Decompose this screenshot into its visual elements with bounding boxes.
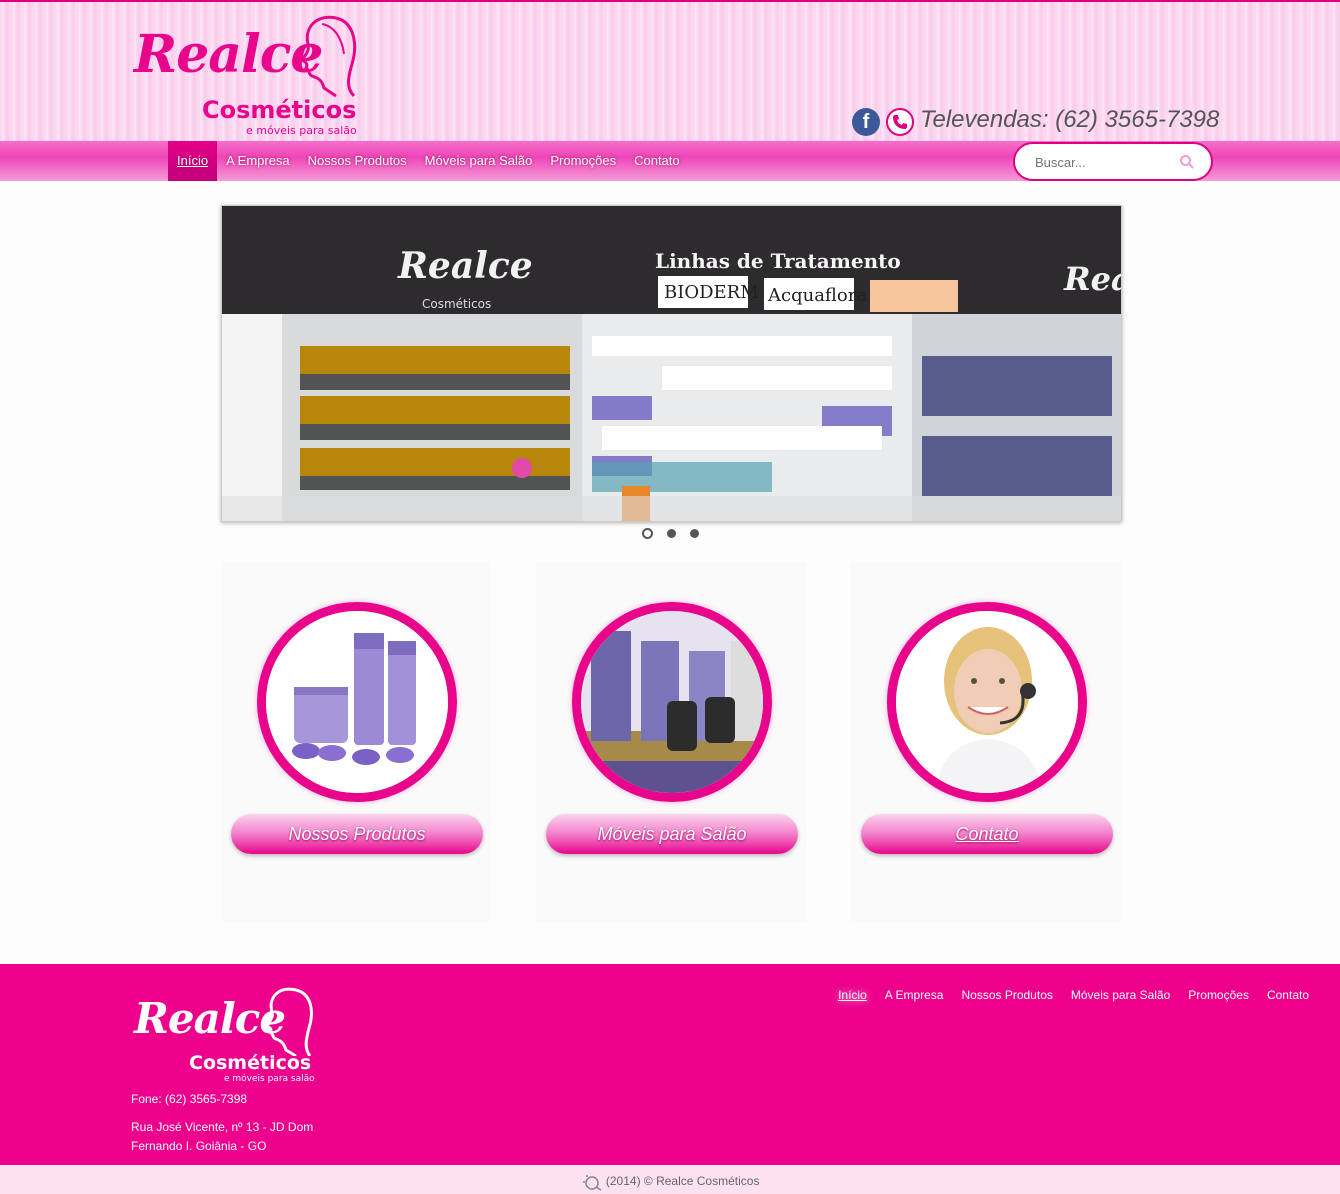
site-header: Realce Cosméticos e móveis para salão f … [0, 0, 1340, 181]
search-input[interactable] [1035, 152, 1175, 172]
copyright-bar: (2014) © Realce Cosméticos [0, 1165, 1340, 1194]
facebook-icon[interactable]: f [852, 108, 880, 136]
televendas-phone: Televendas: (62) 3565-7398 [920, 106, 1220, 133]
furniture-image[interactable] [572, 602, 772, 802]
footer-nav-a-empresa[interactable]: A Empresa [885, 988, 944, 1002]
slider-sign-brand-right: Realce [1063, 260, 1122, 298]
slider-dot-1[interactable] [642, 528, 653, 539]
footer-logo-tagline: e móveis para salão [224, 1074, 315, 1084]
slider-sign-brand: Realce [397, 245, 533, 287]
search-icon[interactable] [1179, 154, 1195, 170]
woman-profile-icon [265, 987, 313, 1056]
slider-pagination [642, 528, 699, 539]
footer-nav: Início A Empresa Nossos Produtos Móveis … [838, 988, 1309, 1002]
search-box [1013, 142, 1213, 181]
logo-sub: Cosméticos [202, 96, 357, 124]
slider-brand-2: Acquaflora [767, 285, 867, 306]
logo-script: Realce [134, 24, 323, 85]
footer-nav-promocoes[interactable]: Promoções [1188, 988, 1249, 1002]
footer-logo[interactable]: Realce Cosméticos e móveis para salão [134, 986, 334, 1086]
footer-nav-inicio[interactable]: Início [838, 988, 867, 1002]
slider-sign-title: Linhas de Tratamento [655, 249, 901, 273]
nav-item-contato[interactable]: Contato [625, 141, 689, 181]
nav-item-nossos-produtos[interactable]: Nossos Produtos [299, 141, 416, 181]
footer-nav-moveis-para-salao[interactable]: Móveis para Salão [1071, 988, 1170, 1002]
slider-dot-3[interactable] [690, 529, 699, 538]
slider-sign-brand-sub: Cosméticos [422, 297, 491, 311]
header-logo[interactable]: Realce Cosméticos e móveis para salão [134, 14, 364, 139]
main-nav: Início A Empresa Nossos Produtos Móveis … [168, 141, 689, 181]
nossos-produtos-button[interactable]: Nossos Produtos [231, 814, 483, 854]
contato-button[interactable]: Contato [861, 814, 1113, 854]
store-shelves-photo: Realce Cosméticos Linhas de Tratamento B… [222, 206, 1122, 521]
site-footer: Realce Cosméticos e móveis para salão Fo… [0, 964, 1340, 1165]
feature-contact: Contato [851, 562, 1121, 922]
nav-item-moveis-para-salao[interactable]: Móveis para Salão [416, 141, 542, 181]
feature-products: Nossos Produtos [221, 562, 491, 922]
developer-logo-icon[interactable] [581, 1173, 603, 1191]
social-icons: f [852, 108, 914, 136]
feature-furniture: Móveis para Salão [536, 562, 806, 922]
footer-phone: Fone: (62) 3565-7398 [131, 1092, 248, 1106]
nav-item-a-empresa[interactable]: A Empresa [217, 141, 299, 181]
contact-image[interactable] [887, 602, 1087, 802]
slider-brand-1: BIODERM [664, 282, 759, 303]
slider-dot-2[interactable] [667, 529, 676, 538]
nav-item-inicio[interactable]: Início [168, 141, 218, 181]
footer-nav-contato[interactable]: Contato [1267, 988, 1309, 1002]
woman-profile-icon [299, 15, 357, 98]
nav-item-promocoes[interactable]: Promoções [541, 141, 625, 181]
phone-icon[interactable] [886, 108, 914, 136]
footer-address-2: Fernando I. Goiânia - GO [131, 1139, 267, 1153]
copyright-text: (2014) © Realce Cosméticos [605, 1174, 760, 1188]
products-image[interactable] [257, 602, 457, 802]
image-slider[interactable]: Realce Cosméticos Linhas de Tratamento B… [221, 205, 1122, 522]
footer-address-1: Rua José Vicente, nº 13 - JD Dom [131, 1120, 314, 1134]
logo-tagline: e móveis para salão [246, 124, 357, 137]
moveis-para-salao-button[interactable]: Móveis para Salão [546, 814, 798, 854]
footer-nav-nossos-produtos[interactable]: Nossos Produtos [961, 988, 1052, 1002]
